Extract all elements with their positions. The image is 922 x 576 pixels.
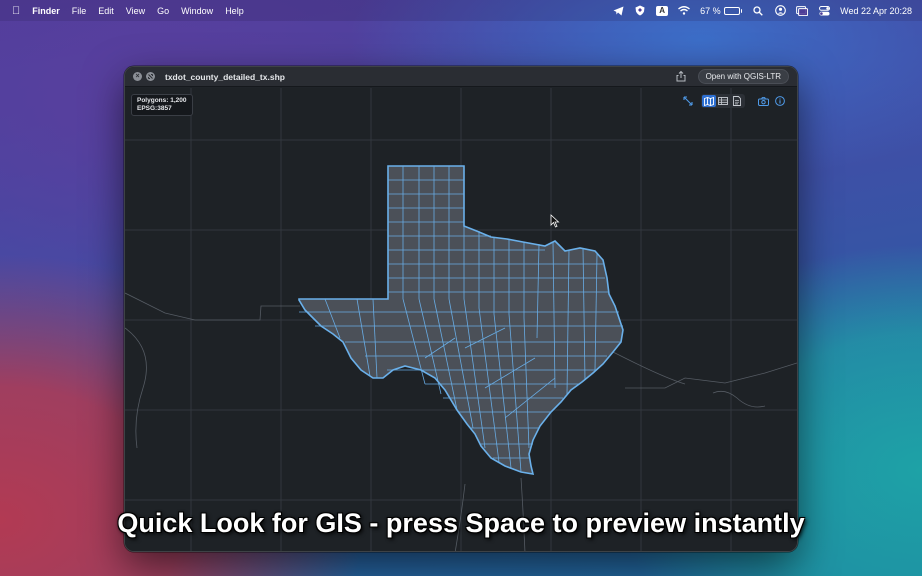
- map-preview[interactable]: Polygons: 1,200 EPSG:3857: [125, 88, 798, 552]
- menu-edit[interactable]: Edit: [98, 6, 114, 16]
- layer-info-box: Polygons: 1,200 EPSG:3857: [131, 94, 193, 116]
- close-icon[interactable]: ×: [133, 72, 142, 81]
- control-center-icon[interactable]: [818, 5, 830, 17]
- map-view-icon[interactable]: [702, 95, 716, 107]
- epsg-code: EPSG:3857: [137, 105, 172, 112]
- vpn-shield-icon[interactable]: [634, 5, 646, 17]
- menu-window[interactable]: Window: [181, 6, 213, 16]
- window-title: txdot_county_detailed_tx.shp: [165, 71, 285, 82]
- quicklook-window: × txdot_county_detailed_tx.shp Open with…: [124, 66, 798, 552]
- view-mode-segmented-control: [701, 94, 745, 108]
- map-canvas[interactable]: [125, 88, 798, 552]
- telegram-icon[interactable]: [612, 5, 624, 17]
- apple-menu-icon[interactable]: : [12, 5, 20, 17]
- battery-percent: 67 %: [700, 5, 721, 16]
- polygon-count: Polygons: 1,200: [137, 97, 187, 104]
- preview-toolbar: [678, 94, 787, 108]
- window-titlebar[interactable]: × txdot_county_detailed_tx.shp Open with…: [125, 67, 797, 87]
- menu-help[interactable]: Help: [225, 6, 244, 16]
- battery-indicator[interactable]: 67 %: [700, 5, 743, 16]
- camera-icon[interactable]: [756, 95, 770, 107]
- menu-go[interactable]: Go: [157, 6, 169, 16]
- keyboard-input-icon[interactable]: A: [656, 5, 668, 17]
- wifi-icon[interactable]: [678, 5, 691, 17]
- metadata-view-icon[interactable]: [730, 95, 744, 107]
- battery-icon: [723, 6, 740, 15]
- zoom-to-extent-icon[interactable]: [681, 95, 695, 107]
- menu-app-name[interactable]: Finder: [32, 6, 60, 16]
- menu-view[interactable]: View: [126, 6, 145, 16]
- share-icon[interactable]: [674, 70, 688, 84]
- info-icon[interactable]: [773, 95, 787, 107]
- open-with-qgis-button[interactable]: Open with QGIS-LTR: [697, 69, 789, 84]
- screen-mirroring-icon[interactable]: [796, 5, 809, 17]
- menu-bar:  Finder File Edit View Go Window Help A…: [0, 0, 922, 21]
- promo-caption: Quick Look for GIS - press Space to prev…: [117, 508, 805, 538]
- spotlight-search-icon[interactable]: [752, 5, 764, 17]
- menu-bar-clock[interactable]: Wed 22 Apr 20:28: [840, 6, 912, 16]
- user-account-icon[interactable]: [774, 5, 786, 17]
- mouse-cursor-icon: [550, 214, 560, 228]
- table-view-icon[interactable]: [716, 95, 730, 107]
- menu-file[interactable]: File: [72, 6, 87, 16]
- fullscreen-icon[interactable]: [146, 72, 155, 81]
